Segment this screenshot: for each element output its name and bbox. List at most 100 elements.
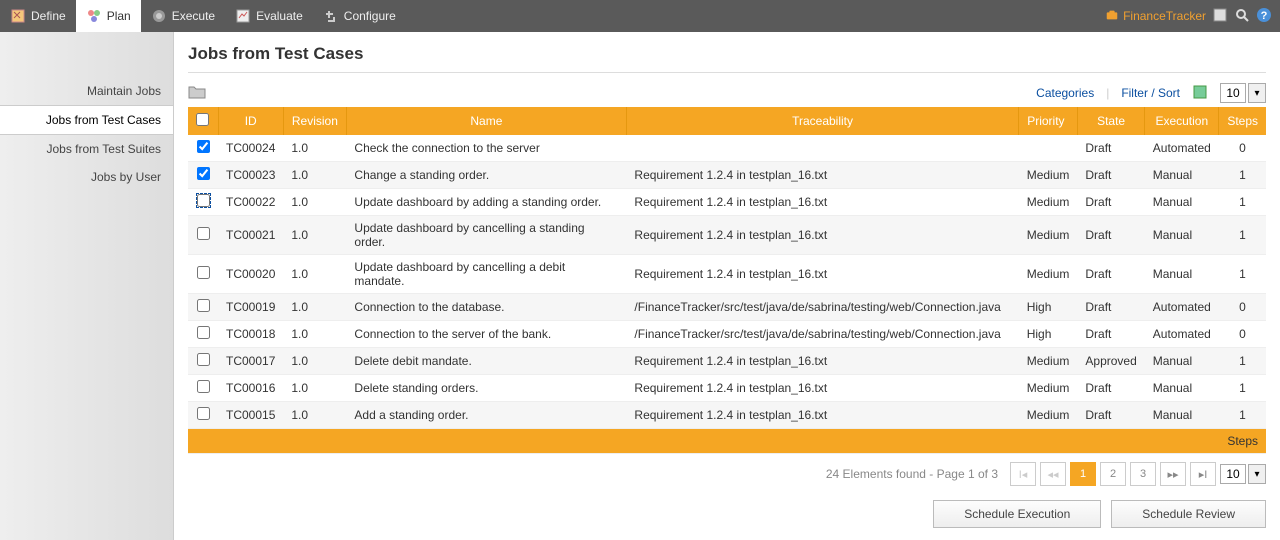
row-checkbox[interactable] xyxy=(197,299,210,312)
filter-sort-link[interactable]: Filter / Sort xyxy=(1121,86,1180,100)
pager-page-1[interactable]: 1 xyxy=(1070,462,1096,486)
export-icon[interactable] xyxy=(1192,84,1208,103)
col-steps[interactable]: Steps xyxy=(1219,107,1266,135)
page-size-dropdown[interactable]: ▾ xyxy=(1248,83,1266,103)
execute-icon xyxy=(151,8,167,24)
cell-revision: 1.0 xyxy=(283,348,346,375)
sidebar-item-jobs-from-test-suites[interactable]: Jobs from Test Suites xyxy=(0,135,173,163)
nav-label: Configure xyxy=(344,9,396,23)
page-size-input[interactable] xyxy=(1220,83,1246,103)
cell-state: Draft xyxy=(1077,375,1144,402)
cell-traceability: /FinanceTracker/src/test/java/de/sabrina… xyxy=(626,294,1018,321)
project-selector[interactable]: FinanceTracker xyxy=(1105,8,1206,25)
cell-id[interactable]: TC00015 xyxy=(218,402,283,429)
cell-id[interactable]: TC00023 xyxy=(218,162,283,189)
row-checkbox[interactable] xyxy=(197,407,210,420)
row-checkbox[interactable] xyxy=(197,353,210,366)
cell-traceability: Requirement 1.2.4 in testplan_16.txt xyxy=(626,162,1018,189)
col-traceability[interactable]: Traceability xyxy=(626,107,1018,135)
cell-execution: Manual xyxy=(1145,162,1219,189)
cell-name: Check the connection to the server xyxy=(346,135,626,162)
pager-info: 24 Elements found - Page 1 of 3 xyxy=(826,467,998,481)
cell-state: Draft xyxy=(1077,402,1144,429)
help-icon[interactable]: ? xyxy=(1256,7,1272,26)
configure-icon xyxy=(323,8,339,24)
cell-revision: 1.0 xyxy=(283,294,346,321)
cell-traceability: Requirement 1.2.4 in testplan_16.txt xyxy=(626,348,1018,375)
pager-last[interactable]: ▸I xyxy=(1190,462,1216,486)
pager-prev[interactable]: ◂◂ xyxy=(1040,462,1066,486)
sidebar-item-jobs-by-user[interactable]: Jobs by User xyxy=(0,163,173,191)
cell-id[interactable]: TC00019 xyxy=(218,294,283,321)
cell-steps[interactable]: 0 xyxy=(1219,294,1266,321)
cell-steps[interactable]: 1 xyxy=(1219,162,1266,189)
table-row: TC000161.0Delete standing orders.Require… xyxy=(188,375,1266,402)
cell-name: Update dashboard by cancelling a debit m… xyxy=(346,255,626,294)
schedule-execution-button[interactable]: Schedule Execution xyxy=(933,500,1101,528)
categories-link[interactable]: Categories xyxy=(1036,86,1094,100)
cell-id[interactable]: TC00017 xyxy=(218,348,283,375)
cell-id[interactable]: TC00021 xyxy=(218,216,283,255)
main-content: Jobs from Test Cases Categories | Filter… xyxy=(174,32,1280,540)
sidebar-item-maintain-jobs[interactable]: Maintain Jobs xyxy=(0,77,173,105)
pager-page-3[interactable]: 3 xyxy=(1130,462,1156,486)
nav-plan[interactable]: Plan xyxy=(76,0,141,32)
row-checkbox[interactable] xyxy=(197,326,210,339)
row-checkbox[interactable] xyxy=(197,194,210,207)
nav-define[interactable]: Define xyxy=(0,0,76,32)
history-icon[interactable] xyxy=(1212,7,1228,26)
row-checkbox[interactable] xyxy=(197,227,210,240)
cell-revision: 1.0 xyxy=(283,189,346,216)
cell-traceability xyxy=(626,135,1018,162)
pager-page-2[interactable]: 2 xyxy=(1100,462,1126,486)
cell-priority: Medium xyxy=(1019,402,1078,429)
row-checkbox[interactable] xyxy=(197,380,210,393)
cell-steps[interactable]: 1 xyxy=(1219,255,1266,294)
table-row: TC000241.0Check the connection to the se… xyxy=(188,135,1266,162)
nav-execute[interactable]: Execute xyxy=(141,0,225,32)
cell-priority: Medium xyxy=(1019,255,1078,294)
col-priority[interactable]: Priority xyxy=(1019,107,1078,135)
cell-steps[interactable]: 1 xyxy=(1219,348,1266,375)
cell-steps[interactable]: 0 xyxy=(1219,135,1266,162)
row-checkbox[interactable] xyxy=(197,167,210,180)
cell-revision: 1.0 xyxy=(283,162,346,189)
cell-id[interactable]: TC00016 xyxy=(218,375,283,402)
folder-icon[interactable] xyxy=(188,84,206,103)
col-name[interactable]: Name xyxy=(346,107,626,135)
cell-steps[interactable]: 1 xyxy=(1219,216,1266,255)
page-size-dropdown-bottom[interactable]: ▾ xyxy=(1248,464,1266,484)
row-checkbox[interactable] xyxy=(197,140,210,153)
cell-steps[interactable]: 1 xyxy=(1219,189,1266,216)
table-row: TC000201.0Update dashboard by cancelling… xyxy=(188,255,1266,294)
pager-next[interactable]: ▸▸ xyxy=(1160,462,1186,486)
select-all-checkbox[interactable] xyxy=(196,113,209,126)
pager-first[interactable]: I◂ xyxy=(1010,462,1036,486)
search-icon[interactable] xyxy=(1234,7,1250,26)
cell-steps[interactable]: 1 xyxy=(1219,402,1266,429)
cell-traceability: Requirement 1.2.4 in testplan_16.txt xyxy=(626,375,1018,402)
cell-execution: Manual xyxy=(1145,375,1219,402)
page-size-input-bottom[interactable] xyxy=(1220,464,1246,484)
nav-evaluate[interactable]: Evaluate xyxy=(225,0,313,32)
col-state[interactable]: State xyxy=(1077,107,1144,135)
cell-steps[interactable]: 0 xyxy=(1219,321,1266,348)
col-execution[interactable]: Execution xyxy=(1145,107,1219,135)
col-id[interactable]: ID xyxy=(218,107,283,135)
schedule-review-button[interactable]: Schedule Review xyxy=(1111,500,1266,528)
cell-id[interactable]: TC00022 xyxy=(218,189,283,216)
cell-execution: Manual xyxy=(1145,216,1219,255)
cell-id[interactable]: TC00020 xyxy=(218,255,283,294)
nav-configure[interactable]: Configure xyxy=(313,0,406,32)
cell-id[interactable]: TC00018 xyxy=(218,321,283,348)
cell-name: Connection to the database. xyxy=(346,294,626,321)
row-checkbox[interactable] xyxy=(197,266,210,279)
cell-traceability: Requirement 1.2.4 in testplan_16.txt xyxy=(626,216,1018,255)
cell-state: Draft xyxy=(1077,135,1144,162)
cell-steps[interactable]: 1 xyxy=(1219,375,1266,402)
cell-id[interactable]: TC00024 xyxy=(218,135,283,162)
col-revision[interactable]: Revision xyxy=(283,107,346,135)
sidebar-item-jobs-from-test-cases[interactable]: Jobs from Test Cases xyxy=(0,105,173,135)
page-size-bottom: ▾ xyxy=(1220,464,1266,484)
pager-controls: I◂ ◂◂ 123 ▸▸ ▸I ▾ xyxy=(1010,462,1266,486)
